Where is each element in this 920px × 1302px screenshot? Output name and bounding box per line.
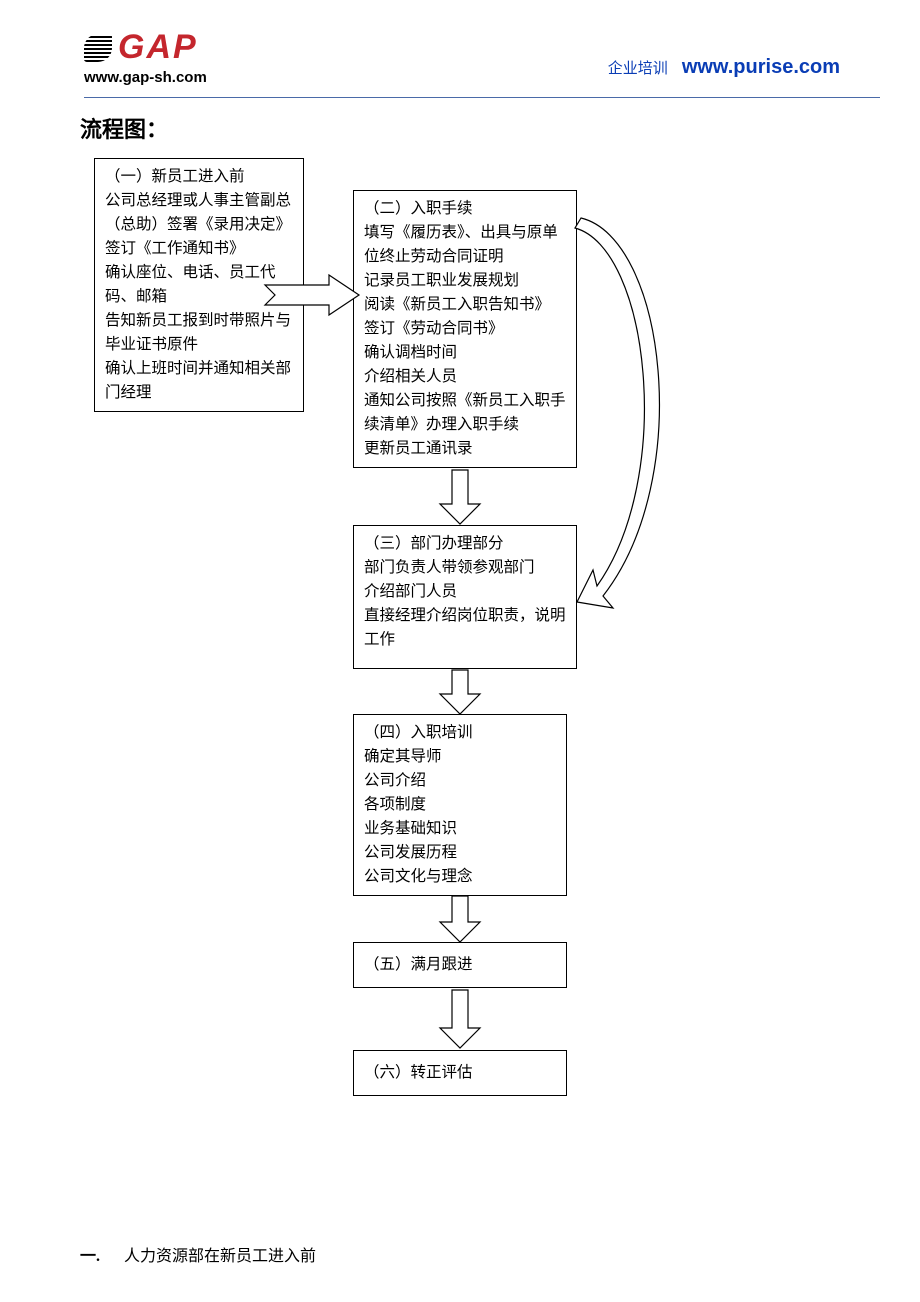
- box2-line: 签订《劳动合同书》: [364, 317, 566, 341]
- box2-line: 阅读《新员工入职告知书》: [364, 293, 566, 317]
- box1-line: 公司总经理或人事主管副总（总助）签署《录用决定》: [105, 189, 293, 237]
- section-text: 人力资源部在新员工进入前: [124, 1242, 316, 1266]
- box6-title: （六）转正评估: [364, 1061, 473, 1085]
- header-right: 企业培训 www.purise.com: [608, 56, 840, 79]
- box3-title: （三）部门办理部分: [364, 532, 566, 556]
- box2-line: 记录员工职业发展规划: [364, 269, 566, 293]
- box1-title: （一）新员工进入前: [105, 165, 293, 189]
- box1-line: 告知新员工报到时带照片与毕业证书原件: [105, 309, 293, 357]
- arrow-down-icon: [440, 896, 480, 942]
- flow-box-4: （四）入职培训 确定其导师 公司介绍 各项制度 业务基础知识 公司发展历程 公司…: [353, 714, 567, 896]
- arrow-down-icon: [440, 990, 480, 1048]
- box3-line: 介绍部门人员: [364, 580, 566, 604]
- box4-line: 公司介绍: [364, 769, 556, 793]
- flow-box-2: （二）入职手续 填写《履历表》、出具与原单位终止劳动合同证明 记录员工职业发展规…: [353, 190, 577, 468]
- page-title: 流程图：: [80, 112, 168, 144]
- arrow-down-icon: [440, 670, 480, 714]
- flow-box-6: （六）转正评估: [353, 1050, 567, 1096]
- box4-line: 公司文化与理念: [364, 865, 556, 889]
- arrow-down-icon: [440, 470, 480, 525]
- logo-icon: [84, 34, 112, 62]
- section-number: 一.: [80, 1242, 100, 1266]
- box3-line: 直接经理介绍岗位职责，说明工作: [364, 604, 566, 652]
- box2-title: （二）入职手续: [364, 197, 566, 221]
- page-header: GAP www.gap-sh.com 企业培训 www.purise.com: [84, 28, 880, 98]
- curved-arrow-icon: [575, 218, 685, 613]
- box4-line: 确定其导师: [364, 745, 556, 769]
- logo-text: GAP: [118, 28, 198, 67]
- box2-line: 填写《履历表》、出具与原单位终止劳动合同证明: [364, 221, 566, 269]
- box2-line: 介绍相关人员: [364, 365, 566, 389]
- box4-line: 各项制度: [364, 793, 556, 817]
- section-heading: 一. 人力资源部在新员工进入前: [80, 1242, 316, 1266]
- box2-line: 通知公司按照《新员工入职手续清单》办理入职手续: [364, 389, 566, 437]
- header-category: 企业培训: [608, 57, 668, 78]
- flow-box-3: （三）部门办理部分 部门负责人带领参观部门 介绍部门人员 直接经理介绍岗位职责，…: [353, 525, 577, 669]
- box2-line: 更新员工通讯录: [364, 437, 566, 461]
- logo-url: www.gap-sh.com: [84, 69, 207, 86]
- arrow-right-icon: [265, 275, 360, 315]
- box4-line: 公司发展历程: [364, 841, 556, 865]
- gap-logo: GAP: [84, 28, 207, 67]
- box1-line: 确认上班时间并通知相关部门经理: [105, 357, 293, 405]
- box1-line: 签订《工作通知书》: [105, 237, 293, 261]
- header-link[interactable]: www.purise.com: [682, 56, 840, 79]
- logo-block: GAP www.gap-sh.com: [84, 28, 207, 86]
- box4-line: 业务基础知识: [364, 817, 556, 841]
- flow-box-5: （五）满月跟进: [353, 942, 567, 988]
- box4-title: （四）入职培训: [364, 721, 556, 745]
- box3-line: 部门负责人带领参观部门: [364, 556, 566, 580]
- box5-title: （五）满月跟进: [364, 953, 473, 977]
- box2-line: 确认调档时间: [364, 341, 566, 365]
